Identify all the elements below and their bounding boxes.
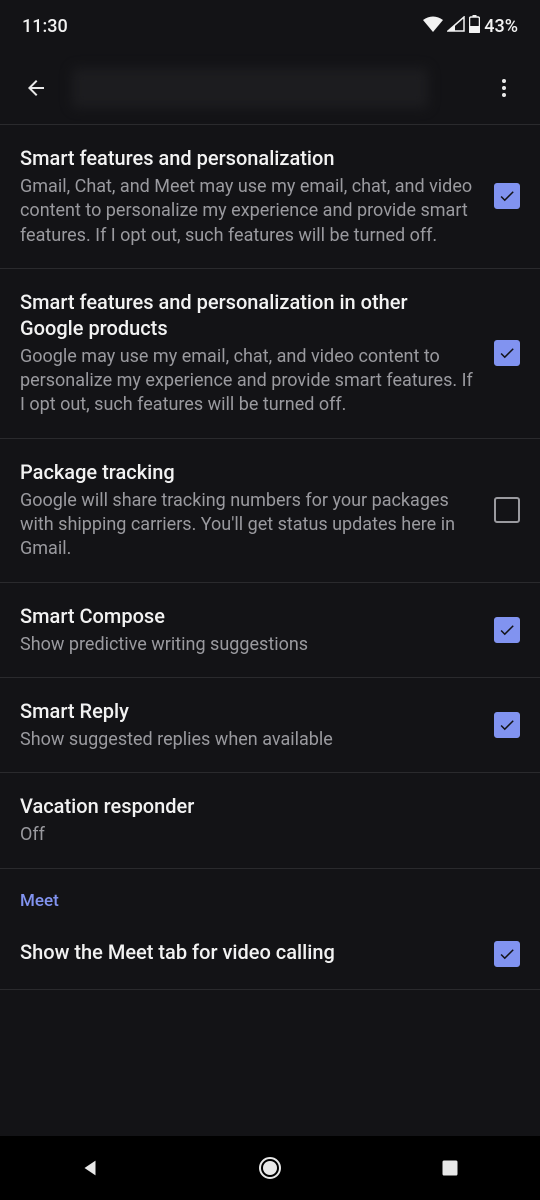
checkbox[interactable] xyxy=(494,941,520,967)
setting-smart-features-other-products[interactable]: Smart features and personalization in ot… xyxy=(0,269,540,439)
battery-icon xyxy=(469,15,480,38)
cellular-icon xyxy=(447,16,465,37)
check-icon xyxy=(498,187,516,205)
nav-recent-button[interactable] xyxy=(432,1150,468,1186)
setting-meet-tab[interactable]: Show the Meet tab for video calling xyxy=(0,919,540,990)
setting-desc: Gmail, Chat, and Meet may use my email, … xyxy=(20,175,474,248)
setting-desc: Show predictive writing suggestions xyxy=(20,633,474,657)
arrow-back-icon xyxy=(24,76,48,100)
checkbox[interactable] xyxy=(494,497,520,523)
more-vert-icon xyxy=(492,76,516,100)
check-icon xyxy=(498,945,516,963)
setting-desc: Google will share tracking numbers for y… xyxy=(20,489,474,562)
wifi-icon xyxy=(423,16,443,37)
check-icon xyxy=(498,344,516,362)
setting-smart-compose[interactable]: Smart Compose Show predictive writing su… xyxy=(0,583,540,678)
battery-percent: 43% xyxy=(484,16,518,37)
checkbox[interactable] xyxy=(494,183,520,209)
setting-smart-reply[interactable]: Smart Reply Show suggested replies when … xyxy=(0,678,540,773)
setting-title: Show the Meet tab for video calling xyxy=(20,939,474,965)
navigation-bar xyxy=(0,1136,540,1200)
status-time: 11:30 xyxy=(22,16,68,37)
checkbox[interactable] xyxy=(494,712,520,738)
page-title-redacted xyxy=(72,68,428,108)
status-right: 43% xyxy=(423,15,518,38)
square-recent-icon xyxy=(440,1158,460,1178)
checkbox[interactable] xyxy=(494,340,520,366)
settings-list: Smart features and personalization Gmail… xyxy=(0,124,540,990)
triangle-back-icon xyxy=(79,1157,101,1179)
setting-desc: Google may use my email, chat, and video… xyxy=(20,345,474,418)
check-icon xyxy=(498,716,516,734)
setting-title: Smart Reply xyxy=(20,698,474,724)
overflow-menu-button[interactable] xyxy=(482,66,526,110)
setting-title: Smart Compose xyxy=(20,603,474,629)
back-button[interactable] xyxy=(14,66,58,110)
setting-desc: Off xyxy=(20,823,520,847)
setting-vacation-responder[interactable]: Vacation responder Off xyxy=(0,773,540,868)
setting-desc: Show suggested replies when available xyxy=(20,728,474,752)
check-icon xyxy=(498,621,516,639)
checkbox[interactable] xyxy=(494,617,520,643)
circle-home-icon xyxy=(258,1156,282,1180)
nav-home-button[interactable] xyxy=(252,1150,288,1186)
app-bar xyxy=(0,52,540,124)
setting-smart-features[interactable]: Smart features and personalization Gmail… xyxy=(0,125,540,269)
setting-title: Vacation responder xyxy=(20,793,520,819)
nav-back-button[interactable] xyxy=(72,1150,108,1186)
section-header-meet: Meet xyxy=(0,869,540,919)
setting-package-tracking[interactable]: Package tracking Google will share track… xyxy=(0,439,540,583)
status-bar: 11:30 43% xyxy=(0,0,540,52)
setting-title: Package tracking xyxy=(20,459,474,485)
setting-title: Smart features and personalization xyxy=(20,145,474,171)
setting-title: Smart features and personalization in ot… xyxy=(20,289,474,341)
